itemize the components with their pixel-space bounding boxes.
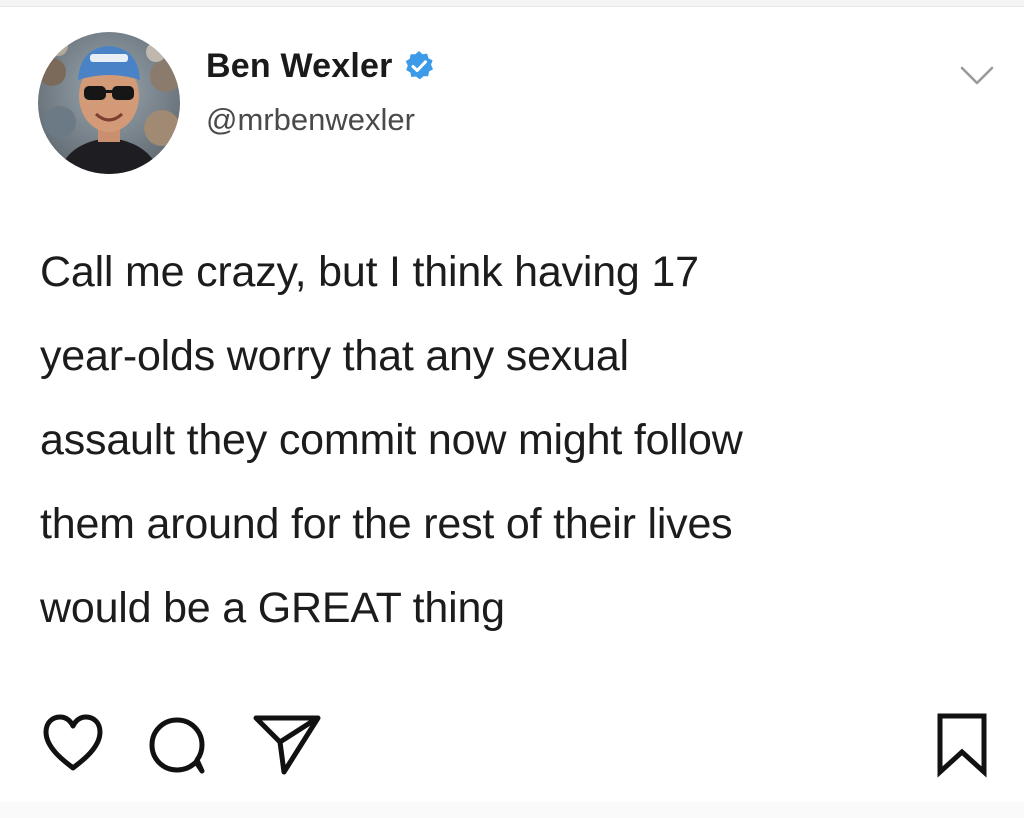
heart-icon[interactable] (40, 712, 106, 774)
author-handle[interactable]: @mrbenwexler (206, 102, 415, 138)
display-name[interactable]: Ben Wexler (206, 47, 393, 86)
tweet-text: Call me crazy, but I think having 17 yea… (40, 248, 743, 632)
action-bar (0, 706, 1024, 786)
tweet-card: Ben Wexler @mrbenwexler Call me crazy, b… (0, 6, 1024, 818)
avatar[interactable] (38, 32, 180, 174)
send-icon[interactable] (250, 712, 322, 776)
bookmark-icon[interactable] (934, 710, 990, 778)
verified-badge-icon (403, 50, 435, 82)
avatar-photo (38, 32, 180, 174)
author-name-row: Ben Wexler (206, 44, 435, 88)
chevron-down-icon[interactable] (958, 64, 996, 88)
comment-icon[interactable] (146, 714, 208, 776)
bottom-divider (0, 802, 1024, 818)
